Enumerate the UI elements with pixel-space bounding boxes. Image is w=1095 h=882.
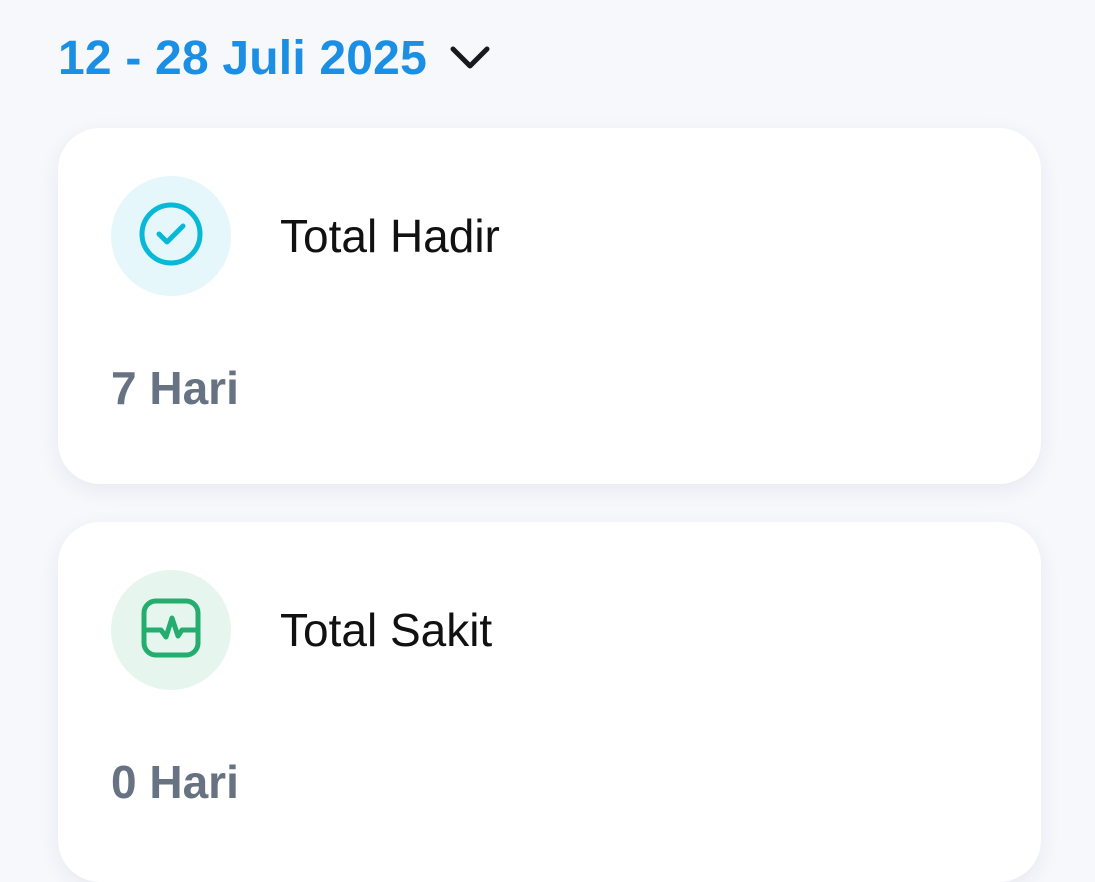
total-hadir-card: Total Hadir 7 Hari	[58, 128, 1041, 484]
check-circle-icon-background	[111, 176, 231, 296]
card-title: Total Sakit	[280, 604, 493, 656]
card-value: 7 Hari	[111, 362, 239, 414]
date-range-label: 12 - 28 Juli 2025	[58, 32, 427, 85]
heart-rate-icon	[136, 593, 206, 668]
card-title: Total Hadir	[280, 210, 500, 262]
total-sakit-card: Total Sakit 0 Hari	[58, 522, 1041, 882]
heart-rate-icon-background	[111, 570, 231, 690]
chevron-down-icon[interactable]	[449, 38, 491, 80]
date-range-selector[interactable]: 12 - 28 Juli 2025	[58, 24, 491, 94]
card-value: 0 Hari	[111, 756, 239, 808]
check-circle-icon	[138, 201, 204, 272]
